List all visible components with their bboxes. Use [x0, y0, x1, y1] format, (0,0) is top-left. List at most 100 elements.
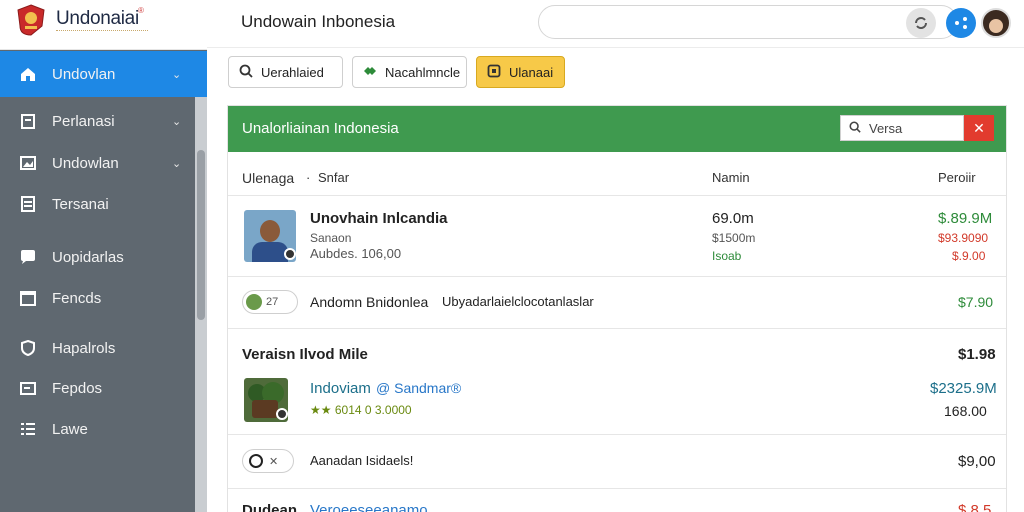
row-period-value: $7.90 — [958, 294, 994, 310]
refresh-icon — [915, 17, 927, 29]
sidebar-item-undowlan[interactable]: Undowlan ⌄ — [0, 143, 195, 183]
home-icon — [18, 64, 38, 84]
action-button-label: Uerahlaied — [261, 64, 324, 80]
sidebar-item-lawe[interactable]: Lawe — [0, 409, 195, 449]
refresh-button[interactable] — [906, 8, 936, 38]
document-icon — [18, 111, 38, 131]
search-icon — [849, 121, 861, 136]
row-pill-close: ✕ — [269, 455, 279, 468]
sidebar-item-hapalrols[interactable]: Hapalrols — [0, 328, 195, 368]
chevron-down-icon: ⌄ — [172, 115, 182, 128]
row-tag: @ Sandmar® — [376, 380, 462, 396]
panel-search-input[interactable]: Versa — [840, 115, 964, 141]
row-period-value: $9,00 — [958, 453, 996, 470]
search-input[interactable] — [538, 5, 958, 39]
row-period-change: $93.9090 — [938, 231, 989, 245]
leaf-icon — [363, 64, 377, 81]
status-badge — [284, 248, 296, 260]
sidebar-item-label: Uopidarlas — [52, 248, 124, 266]
row-period-sub: 168.00 — [944, 403, 987, 419]
divider — [228, 328, 1006, 329]
calendar-icon — [18, 288, 38, 308]
avatar[interactable] — [981, 8, 1011, 38]
panel-title: Unalorliainan Indonesia — [242, 120, 399, 137]
divider — [228, 276, 1006, 277]
topbar: Undowain Inbonesia — [207, 0, 1024, 48]
chevron-down-icon: ⌄ — [172, 157, 182, 170]
logo-text: Undonaiai — [56, 8, 139, 29]
action-button-leaf[interactable]: Nacahlmncle — [352, 56, 467, 88]
row-period-value: $2325.9M — [930, 380, 997, 397]
share-button[interactable] — [946, 8, 976, 38]
row-sub-label: Sanaon — [310, 231, 352, 245]
section-total: $1.98 — [958, 346, 996, 363]
row-sub-value: Aubdes. 106,00 — [310, 246, 402, 261]
row-period-value: $.89.9M — [938, 210, 993, 227]
column-header-period[interactable]: Peroiir — [938, 170, 976, 185]
action-button-label: Nacahlmncle — [385, 64, 461, 80]
sidebar-item-label: Lawe — [52, 420, 88, 438]
square-icon — [487, 64, 501, 81]
panel-header: Unalorliainan Indonesia Versa ✕ — [228, 106, 1006, 152]
row-description: Ubyadarlaielclocotanlaslar — [442, 294, 594, 309]
row-amount-sub: $1500m — [712, 231, 756, 245]
chat-icon — [18, 247, 38, 267]
sidebar-item-fencds[interactable]: Fencds — [0, 278, 195, 318]
section-title: Veraisn Ilvod Mile — [242, 346, 368, 363]
search-icon — [239, 64, 253, 81]
action-button-primary[interactable]: Ulanaai — [476, 56, 565, 88]
menu-icon — [18, 419, 38, 439]
action-button-search[interactable]: Uerahlaied — [228, 56, 343, 88]
sidebar-item-label: Undowlan — [52, 154, 119, 172]
row-period-value: $.8.5 — [958, 502, 992, 512]
row-amount: 69.0m — [712, 210, 754, 227]
avatar-face — [989, 19, 1003, 33]
row-pill[interactable]: 27 — [242, 290, 298, 314]
sidebar: Undonaiai ® Undovlan ⌄ Perlanasi ⌄ Undow… — [0, 0, 207, 512]
logo-mark: ® — [138, 6, 144, 15]
list-icon — [18, 194, 38, 214]
sidebar-item-uopidarlas[interactable]: Uopidarlas — [0, 237, 195, 277]
person-head — [260, 220, 280, 242]
leaf-icon — [246, 294, 262, 310]
sidebar-item-tersanai[interactable]: Tersanai — [0, 184, 195, 224]
row-pill-count: 27 — [266, 296, 279, 308]
content-panel: Unalorliainan Indonesia Versa ✕ Ulenaga … — [227, 105, 1007, 512]
logo-area: Undonaiai ® — [0, 0, 207, 50]
ground-shape — [252, 400, 278, 418]
column-header-amount[interactable]: Namin — [712, 170, 750, 185]
divider — [228, 434, 1006, 435]
row-tag: Veroeeseeanamo — [310, 502, 428, 512]
image-icon — [18, 153, 38, 173]
row-title: Aanadan Isidaels! — [310, 453, 414, 468]
divider — [228, 195, 1006, 196]
logo-underline — [56, 30, 148, 33]
status-badge — [276, 408, 288, 420]
row-title: Andomn Bnidonlea — [310, 294, 429, 310]
sidebar-scrollbar-thumb[interactable] — [197, 150, 205, 320]
sidebar-item-perlanasi[interactable]: Perlanasi ⌄ — [0, 101, 195, 141]
clock-icon — [249, 454, 263, 468]
close-button[interactable]: ✕ — [964, 115, 994, 141]
row-rating: ★★ 6014 0 3.0000 — [310, 403, 412, 417]
panel-search-placeholder: Versa — [869, 120, 903, 136]
page-title: Undowain Inbonesia — [241, 12, 396, 31]
column-header-name[interactable]: Ulenaga — [242, 170, 294, 186]
sidebar-item-label: Tersanai — [52, 195, 109, 213]
row-title: Unovhain Inlcandia — [310, 210, 448, 227]
sidebar-item-label: Perlanasi — [52, 112, 115, 130]
row-pill[interactable]: ✕ — [242, 449, 294, 473]
shield-icon — [18, 338, 38, 358]
row-period-delta: $.9.00 — [952, 249, 986, 263]
sidebar-item-undovlan[interactable]: Undovlan ⌄ — [0, 51, 207, 97]
share-icon — [955, 17, 967, 29]
sidebar-item-label: Undovlan — [52, 65, 116, 83]
card-icon — [18, 378, 38, 398]
emblem-logo — [17, 4, 45, 36]
column-header-sub[interactable]: Snfar — [318, 170, 349, 185]
person-body — [252, 242, 288, 262]
sidebar-item-fepdos[interactable]: Fepdos — [0, 368, 195, 408]
chevron-down-icon: ⌄ — [172, 68, 182, 81]
sidebar-item-label: Hapalrols — [52, 339, 116, 357]
action-button-label: Ulanaai — [509, 64, 554, 80]
